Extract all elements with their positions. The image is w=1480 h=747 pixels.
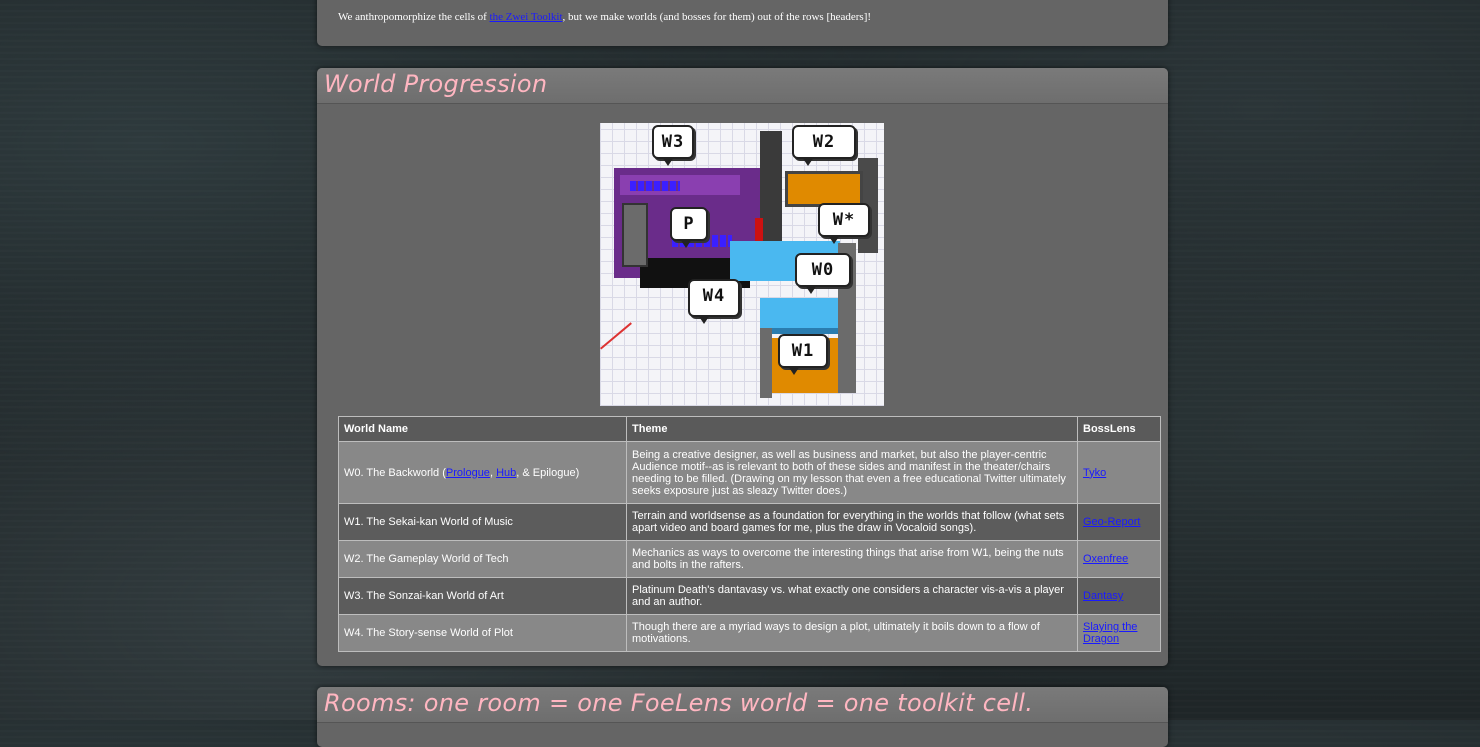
- theme-cell: Mechanics as ways to overcome the intere…: [626, 540, 1078, 578]
- table-row: W2. The Gameplay World of Tech Mechanics…: [338, 540, 1161, 578]
- table-row: W3. The Sonzai-kan World of Art Platinum…: [338, 577, 1161, 615]
- hub-link[interactable]: Hub: [496, 467, 516, 479]
- header-theme: Theme: [626, 416, 1078, 442]
- world-progression-title: World Progression: [324, 70, 548, 98]
- grey-wall-left: [622, 203, 648, 267]
- table-row: W1. The Sekai-kan World of Music Terrain…: [338, 503, 1161, 541]
- bosslens-cell: Oxenfree: [1077, 540, 1161, 578]
- bosslens-cell: Geo-Report: [1077, 503, 1161, 541]
- zwei-toolkit-link[interactable]: the Zwei Toolkit: [490, 11, 563, 23]
- rooms-title: Rooms: one room = one FoeLens world = on…: [324, 689, 1034, 717]
- world-name-prefix: W0. The Backworld (: [344, 466, 446, 479]
- prologue-link[interactable]: Prologue: [446, 467, 490, 479]
- world-name-suffix: , & Epilogue): [516, 466, 580, 479]
- intro-text-after: , but we make worlds (and bosses for the…: [562, 11, 872, 23]
- bubble-w1: W1: [778, 334, 828, 375]
- world-progression-header: World Progression: [317, 68, 1168, 104]
- world-name-cell: W4. The Story-sense World of Plot: [338, 614, 627, 652]
- header-world-name: World Name: [338, 416, 627, 442]
- orange-floor-top: [785, 171, 863, 207]
- theme-cell: Terrain and worldsense as a foundation f…: [626, 503, 1078, 541]
- bosslens-cell: Dantasy: [1077, 577, 1161, 615]
- table-row: W0. The Backworld (Prologue, Hub, & Epil…: [338, 441, 1161, 504]
- world-name-cell: W2. The Gameplay World of Tech: [338, 540, 627, 578]
- world-name-cell: W3. The Sonzai-kan World of Art: [338, 577, 627, 615]
- blue-seats-1: [630, 181, 680, 191]
- header-bosslens: BossLens: [1077, 416, 1161, 442]
- world-table-header-row: World Name Theme BossLens: [338, 416, 1161, 442]
- grey-column-2: [760, 328, 772, 398]
- world-table: World Name Theme BossLens W0. The Backwo…: [338, 416, 1161, 652]
- bosslens-cell: Tyko: [1077, 441, 1161, 504]
- rooms-header: Rooms: one room = one FoeLens world = on…: [317, 687, 1168, 723]
- bubble-w2: W2: [792, 125, 856, 166]
- world-name-cell: W0. The Backworld (Prologue, Hub, & Epil…: [338, 441, 627, 504]
- theme-cell: Being a creative designer, as well as bu…: [626, 441, 1078, 504]
- bubble-w0: W0: [795, 253, 851, 294]
- theme-cell: Though there are a myriad ways to design…: [626, 614, 1078, 652]
- bosslens-cell: Slaying the Dragon: [1077, 614, 1161, 652]
- intro-text-before: We anthropomorphize the cells of: [338, 11, 490, 23]
- table-row: W4. The Story-sense World of Plot Though…: [338, 614, 1161, 652]
- boss-link-tyko[interactable]: Tyko: [1083, 467, 1106, 479]
- cyan-floor-low: [760, 298, 840, 334]
- theme-cell: Platinum Death's dantavasy vs. what exac…: [626, 577, 1078, 615]
- world-name-cell: W1. The Sekai-kan World of Music: [338, 503, 627, 541]
- boss-link-geo-report[interactable]: Geo-Report: [1083, 516, 1140, 528]
- intro-panel: We anthropomorphize the cells of the Zwe…: [317, 0, 1168, 46]
- boss-link-oxenfree[interactable]: Oxenfree: [1083, 553, 1128, 565]
- bubble-w4: W4: [688, 279, 740, 324]
- bubble-w-star: W*: [818, 203, 870, 244]
- world-progression-panel: World Progression W3 W2 P W* W0 W4 W1 Wo…: [317, 68, 1168, 666]
- bubble-p: P: [670, 207, 708, 248]
- rooms-panel: Rooms: one room = one FoeLens world = on…: [317, 687, 1168, 747]
- boss-link-slaying-the-dragon[interactable]: Slaying the Dragon: [1083, 621, 1137, 645]
- bubble-w3: W3: [652, 125, 694, 166]
- boss-link-dantasy[interactable]: Dantasy: [1083, 590, 1123, 602]
- world-map-image: W3 W2 P W* W0 W4 W1: [600, 123, 884, 406]
- intro-text: We anthropomorphize the cells of the Zwe…: [338, 11, 871, 23]
